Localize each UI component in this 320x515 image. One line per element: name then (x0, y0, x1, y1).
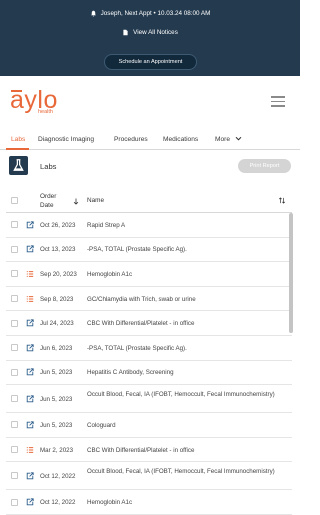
tab-labs[interactable]: Labs (11, 136, 25, 143)
tab-more[interactable]: More (215, 136, 242, 143)
table-row[interactable]: Jun 5, 2023 Cologuard (6, 413, 292, 438)
table-row[interactable]: Jun 5, 2023 Hepatitis C Antibody, Screeni… (6, 361, 292, 386)
test-name-cell: Rapid Strep A (87, 221, 126, 229)
test-name-cell: Hemoglobin A1c (87, 499, 133, 507)
table-scrollbar[interactable] (289, 213, 293, 333)
row-checkbox[interactable] (11, 368, 18, 376)
list-icon[interactable] (26, 295, 34, 303)
test-name-cell: -PSA, TOTAL (Prostate Specific Ag). (87, 344, 187, 352)
test-name-cell: GC/Chlamydia with Trich, swab or urine (87, 295, 196, 303)
document-icon (123, 29, 128, 36)
table-row[interactable]: Oct 12, 2022 Occult Blood, Fecal, IA (IFO… (6, 462, 292, 491)
tab-more-label: More (215, 136, 231, 143)
external-link-icon[interactable] (26, 472, 34, 480)
notice-bar: Joseph, Next Appt • 10.03.24 08:00 AM Vi… (0, 0, 300, 76)
order-date-cell: Sep 20, 2023 (40, 270, 77, 278)
order-date-cell: Jun 5, 2023 (40, 421, 73, 429)
table-row[interactable]: Mar 2, 2023 CBC With Differential/Platele… (6, 438, 292, 463)
row-checkbox[interactable] (11, 446, 18, 454)
record-tabs: Labs Diagnostic Imaging Procedures Medic… (0, 131, 300, 150)
table-header: Order Date Name (6, 186, 292, 213)
order-date-cell: Oct 26, 2023 (40, 221, 76, 229)
order-date-header-line2: Date (40, 201, 54, 209)
order-date-cell: Oct 12, 2022 (40, 499, 76, 507)
external-link-icon[interactable] (26, 421, 34, 429)
logo-subtitle: health (38, 109, 53, 115)
row-checkbox[interactable] (11, 221, 18, 229)
test-name-cell: CBC With Differential/Platelet - in offi… (87, 446, 195, 454)
hamburger-menu-icon[interactable] (271, 96, 285, 107)
external-link-icon[interactable] (26, 245, 34, 253)
row-checkbox[interactable] (11, 498, 18, 506)
order-date-cell: Oct 12, 2022 (40, 472, 76, 480)
order-date-cell: Mar 2, 2023 (40, 446, 74, 454)
test-name-cell: Cologuard (87, 421, 116, 429)
order-date-cell: Sep 8, 2023 (40, 295, 74, 303)
tab-medications[interactable]: Medications (163, 136, 198, 143)
section-title: Labs (40, 162, 57, 171)
table-row[interactable]: Sep 8, 2023 GC/Chlamydia with Trich, swab… (6, 287, 292, 312)
test-name-cell: Hepatitis C Antibody, Screening (87, 369, 174, 377)
row-checkbox[interactable] (11, 319, 18, 327)
sort-toggle-icon[interactable] (278, 197, 286, 204)
test-name-cell: Occult Blood, Fecal, IA (IFOBT, Hemoccul… (87, 391, 275, 399)
appointment-notice[interactable]: Joseph, Next Appt • 10.03.24 08:00 AM (0, 10, 300, 17)
order-date-cell: Jun 5, 2023 (40, 369, 73, 377)
row-checkbox[interactable] (11, 245, 18, 253)
external-link-icon[interactable] (26, 498, 34, 506)
sort-down-arrow-icon[interactable] (73, 198, 79, 205)
order-date-cell: Jun 6, 2023 (40, 344, 73, 352)
table-row[interactable]: Jun 5, 2023 Occult Blood, Fecal, IA (IFOB… (6, 385, 292, 414)
appointment-text: Joseph, Next Appt • 10.03.24 08:00 AM (100, 10, 211, 17)
row-checkbox[interactable] (11, 270, 18, 278)
labs-table: Order Date Name Oct 26, 2023 Rapid Strep … (6, 186, 292, 515)
row-checkbox[interactable] (11, 344, 18, 352)
list-icon[interactable] (26, 270, 34, 278)
select-all-checkbox[interactable] (11, 197, 18, 204)
table-row[interactable]: Sep 20, 2023 Hemoglobin A1c (6, 262, 292, 287)
active-tab-indicator (6, 148, 29, 150)
tab-diagnostic-imaging[interactable]: Diagnostic Imaging (38, 136, 94, 143)
external-link-icon[interactable] (26, 319, 34, 327)
row-checkbox[interactable] (11, 395, 18, 403)
labs-section-header: Labs Print Report (0, 152, 300, 182)
test-name-cell: CBC With Differential/Platelet - in offi… (87, 320, 195, 328)
order-date-cell: Jul 24, 2023 (40, 320, 74, 328)
tab-procedures[interactable]: Procedures (114, 136, 148, 143)
table-row[interactable]: Jun 6, 2023 -PSA, TOTAL (Prostate Specifi… (6, 336, 292, 361)
aylo-health-logo[interactable]: aylo health (10, 86, 70, 118)
external-link-icon[interactable] (26, 368, 34, 376)
order-date-cell: Jun 5, 2023 (40, 395, 73, 403)
external-link-icon[interactable] (26, 221, 34, 229)
flask-icon (9, 156, 28, 175)
list-icon[interactable] (26, 446, 34, 454)
test-name-cell: Hemoglobin A1c (87, 270, 133, 278)
table-row[interactable]: Oct 12, 2022 Hemoglobin A1c (6, 490, 292, 515)
order-date-cell: Oct 13, 2023 (40, 246, 76, 254)
bell-icon (90, 10, 96, 17)
test-name-cell: Occult Blood, Fecal, IA (IFOBT, Hemoccul… (87, 468, 275, 476)
table-row[interactable]: Jul 24, 2023 CBC With Differential/Platel… (6, 311, 292, 336)
test-name-cell: -PSA, TOTAL (Prostate Specific Ag). (87, 246, 187, 254)
table-row[interactable]: Oct 13, 2023 -PSA, TOTAL (Prostate Specif… (6, 238, 292, 263)
row-checkbox[interactable] (11, 295, 18, 303)
view-all-notices-link[interactable]: View All Notices (0, 29, 300, 36)
order-date-header[interactable]: Order Date (40, 193, 56, 210)
external-link-icon[interactable] (26, 344, 34, 352)
name-header[interactable]: Name (87, 197, 104, 204)
view-all-notices-label: View All Notices (133, 29, 178, 36)
table-row[interactable]: Oct 26, 2023 Rapid Strep A (6, 213, 292, 238)
external-link-icon[interactable] (26, 395, 34, 403)
chevron-down-icon (235, 136, 242, 141)
schedule-appointment-button[interactable]: Schedule an Appointment (104, 54, 197, 70)
row-checkbox[interactable] (11, 472, 18, 480)
order-date-header-line1: Order (40, 193, 57, 200)
print-report-button[interactable]: Print Report (238, 159, 291, 173)
row-checkbox[interactable] (11, 421, 18, 429)
table-body: Oct 26, 2023 Rapid Strep A Oct 13, 2023 -PS… (6, 213, 292, 515)
